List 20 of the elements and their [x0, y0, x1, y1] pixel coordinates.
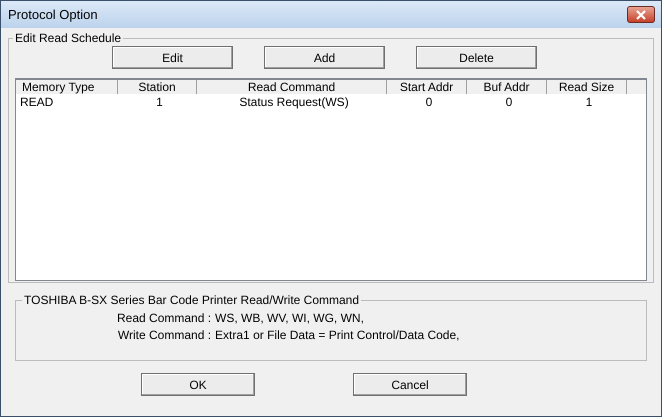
action-button[interactable]: Delete: [416, 46, 537, 69]
table-cell-text: 1: [584, 95, 594, 109]
table-cell-text: 1: [155, 95, 164, 109]
info-label: Read Command :: [117, 311, 212, 325]
dialog-button[interactable]: Cancel: [353, 373, 467, 396]
info-label: Write Command :: [117, 328, 212, 342]
table-cell-text: 0: [424, 95, 434, 109]
table-cell-text: 0: [504, 95, 514, 109]
table-cell-text: Status Request(WS): [238, 95, 350, 109]
action-button[interactable]: Add: [264, 46, 385, 69]
info-text: WS, WB, WV, WI, WG, WN,: [215, 311, 365, 325]
close-icon: [635, 10, 647, 20]
dialog-button[interactable]: OK: [141, 373, 255, 396]
table-cell-text: READ: [19, 95, 54, 109]
group-title: Edit Read Schedule: [14, 31, 122, 45]
group-title: TOSHIBA B-SX Series Bar Code Printer Read/Write Command: [23, 293, 360, 307]
window-title: Protocol Option: [8, 7, 98, 22]
info-text: Extra1 or File Data = Print Control/Data Code,: [215, 328, 460, 342]
close-button[interactable]: [627, 6, 655, 23]
action-button[interactable]: Edit: [112, 46, 233, 69]
